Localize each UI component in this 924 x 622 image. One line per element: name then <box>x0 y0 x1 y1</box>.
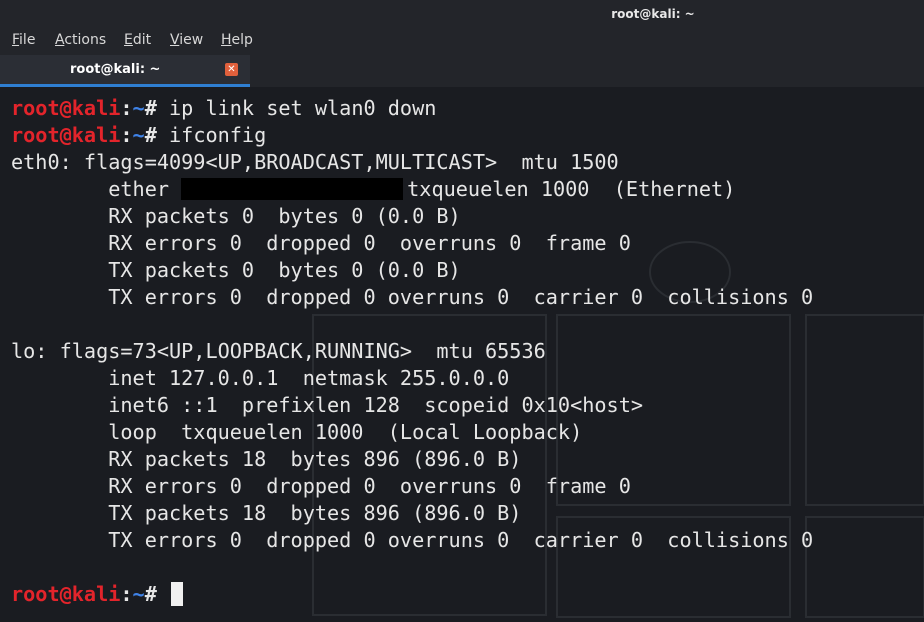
output-line: inet6 ::1 prefixlen 128 scopeid 0x10<hos… <box>11 393 644 417</box>
terminal-line-cmd2: root@kali:~# ifconfig <box>11 122 266 149</box>
prompt-symbol: # <box>144 123 157 147</box>
output-line: lo: flags=73<UP,LOOPBACK,RUNNING> mtu 65… <box>11 339 546 363</box>
menu-edit[interactable]: Edit <box>124 32 151 48</box>
prompt-path: ~ <box>132 96 145 120</box>
menu-view[interactable]: View <box>170 32 203 48</box>
menu-bar: File Actions Edit View Help <box>0 28 924 55</box>
output-line: TX errors 0 dropped 0 overruns 0 carrier… <box>11 528 814 552</box>
prompt-symbol: # <box>144 96 157 120</box>
prompt-path: ~ <box>132 582 145 606</box>
output-line: loop txqueuelen 1000 (Local Loopback) <box>11 420 583 444</box>
prompt-user: root@kali <box>11 582 121 606</box>
output-line: TX errors 0 dropped 0 overruns 0 carrier… <box>11 285 814 309</box>
output-line: eth0: flags=4099<UP,BROADCAST,MULTICAST>… <box>11 150 619 174</box>
output-line: RX errors 0 dropped 0 overruns 0 frame 0 <box>11 231 631 255</box>
ether-label: ether <box>11 177 182 201</box>
output-line: RX errors 0 dropped 0 overruns 0 frame 0 <box>11 474 631 498</box>
prompt-colon: : <box>120 582 133 606</box>
window-titlebar[interactable]: root@kali: ~ <box>0 0 924 28</box>
output-line: RX packets 18 bytes 896 (896.0 B) <box>11 447 522 471</box>
output-line: TX packets 18 bytes 896 (896.0 B) <box>11 501 522 525</box>
command-text: ifconfig <box>156 123 267 147</box>
redacted-mac-address <box>181 178 404 200</box>
tab-label: root@kali: ~ <box>70 62 161 77</box>
output-line: TX packets 0 bytes 0 (0.0 B) <box>11 258 461 282</box>
terminal-line-cmd1: root@kali:~# ip link set wlan0 down <box>11 95 436 122</box>
text-cursor <box>171 582 184 606</box>
output-line: inet 127.0.0.1 netmask 255.0.0.0 <box>11 366 510 390</box>
terminal-area[interactable]: root@kali:~# ip link set wlan0 down root… <box>0 87 924 622</box>
tab-terminal[interactable]: root@kali: ~ ✕ <box>0 55 250 87</box>
close-icon[interactable]: ✕ <box>225 63 238 76</box>
prompt-path: ~ <box>132 123 145 147</box>
prompt-user: root@kali <box>11 96 121 120</box>
terminal-line-prompt: root@kali:~# <box>11 581 184 608</box>
window-title: root@kali: ~ <box>611 7 695 21</box>
menu-actions[interactable]: Actions <box>55 32 106 48</box>
command-text: ip link set wlan0 down <box>156 96 437 120</box>
ether-suffix: txqueuelen 1000 (Ethernet) <box>407 177 736 201</box>
prompt-colon: : <box>120 123 133 147</box>
tab-bar: root@kali: ~ ✕ <box>0 55 924 87</box>
prompt-symbol: # <box>144 582 157 606</box>
menu-help[interactable]: Help <box>221 32 253 48</box>
output-line: ether txqueuelen 1000 (Ethernet) <box>11 176 735 203</box>
output-line: RX packets 0 bytes 0 (0.0 B) <box>11 204 461 228</box>
prompt-user: root@kali <box>11 123 121 147</box>
prompt-colon: : <box>120 96 133 120</box>
menu-file[interactable]: File <box>12 32 35 48</box>
